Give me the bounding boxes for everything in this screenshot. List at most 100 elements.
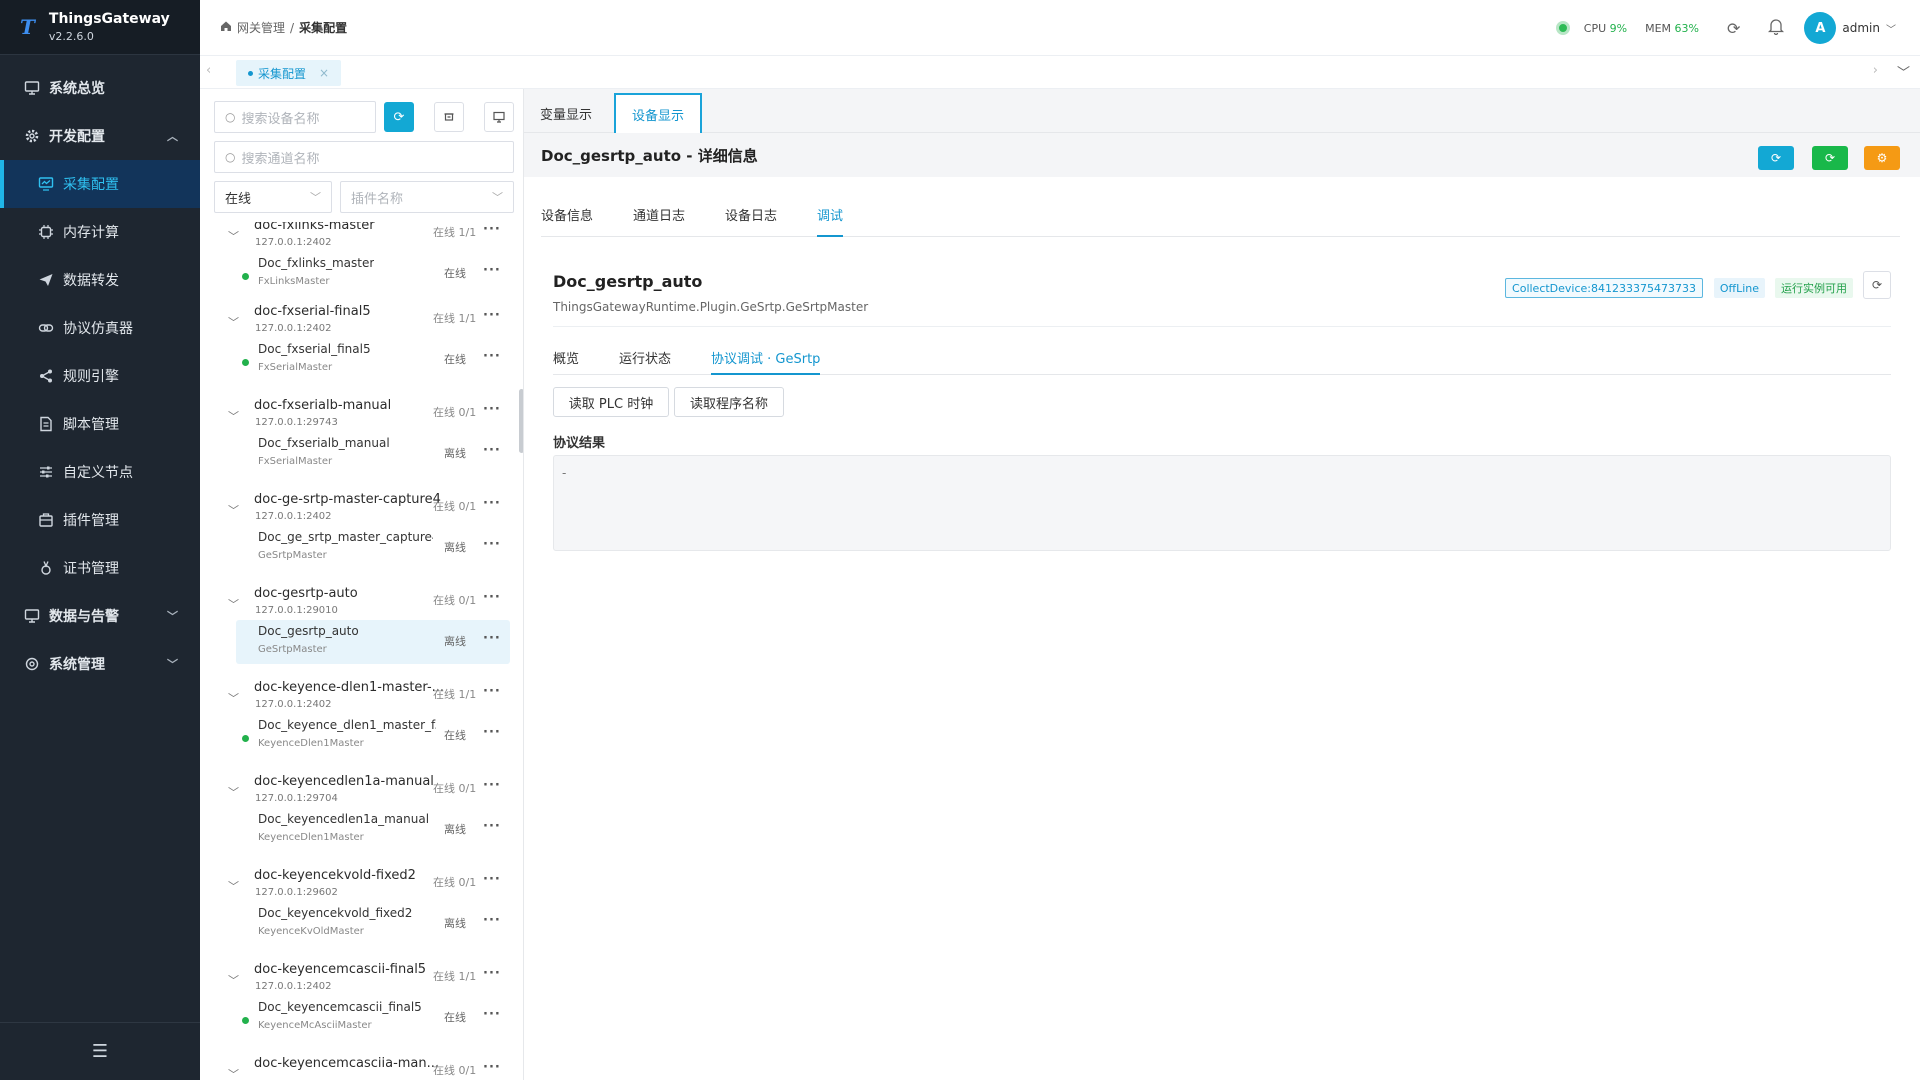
device-item[interactable]: Doc_keyence_dlen1_master_f... KeyenceDle… [236,714,510,758]
sidebar-item-data-alarm[interactable]: 数据与告警 ﹀ [0,592,200,640]
chevron-down-icon[interactable]: ﹀ [228,972,239,988]
sidebar-item-label: 数据与告警 [49,609,119,625]
more-icon[interactable]: ··· [483,819,501,834]
sidebar-item-certificate-management[interactable]: 证书管理 [0,544,200,592]
settings-button[interactable]: ⚙ [1864,146,1900,170]
device-status: 在线 [444,729,466,742]
more-icon[interactable]: ··· [483,913,501,928]
search-device-input[interactable]: ○ 搜索设备名称 [214,101,376,133]
tab-variable-display[interactable]: 变量显示 [524,93,608,133]
search-channel-input[interactable]: ○ 搜索通道名称 [214,141,514,173]
device-item[interactable]: Doc_fxserial_final5 FxSerialMaster 在线 ··… [236,338,510,382]
close-icon[interactable]: × [319,66,329,80]
tab-protocol-debug[interactable]: 协议调试 · GeSrtp [711,348,821,375]
avatar: A [1804,12,1837,44]
more-icon[interactable]: ··· [483,1007,501,1022]
refresh-button[interactable]: ⟳ [1758,146,1794,170]
chevron-down-icon[interactable]: ﹀ [228,408,239,424]
chevron-down-icon[interactable]: ﹀ [228,1066,239,1080]
device-status: 离线 [444,635,466,648]
restart-button[interactable]: ⟳ [1812,146,1848,170]
device-item[interactable]: Doc_ge_srtp_master_capture4 GeSrtpMaster… [236,526,510,570]
tab-scroll-left-icon[interactable]: ‹ [206,63,211,78]
chevron-down-icon[interactable]: ﹀ [228,784,239,800]
chevron-down-icon[interactable]: ﹀ [228,690,239,706]
plugin-select[interactable]: 插件名称 ﹀ [340,181,514,213]
channel-online-count: 在线 0/1 [433,406,477,419]
sidebar-item-system-management[interactable]: 系统管理 ﹀ [0,640,200,688]
tab-collect-config[interactable]: 采集配置 × [236,60,342,86]
chevron-down-icon[interactable]: ﹀ [228,596,239,612]
sidebar-item-dev-config[interactable]: 开发配置 ︿ [0,112,200,160]
app-name: ThingsGateway [48,11,170,27]
sidebar-item-data-forward[interactable]: 数据转发 [0,256,200,304]
device-name: Doc_fxserial_final5 [258,342,371,356]
sidebar-item-rule-engine[interactable]: 规则引擎 [0,352,200,400]
app-logo[interactable]: T ThingsGateway v2.2.6.0 [0,0,200,55]
tab-scroll-right-icon[interactable]: › [1873,63,1878,78]
bell-icon[interactable] [1768,18,1785,39]
tab-overview[interactable]: 概览 [553,348,579,375]
device-item[interactable]: Doc_keyencedlen1a_manual KeyenceDlen1Mas… [236,808,510,852]
delete-button[interactable] [434,102,464,132]
more-icon[interactable]: ··· [483,496,501,511]
sidebar-item-plugin-management[interactable]: 插件管理 [0,496,200,544]
chevron-down-icon[interactable]: ﹀ [228,502,239,518]
more-icon[interactable]: ··· [483,443,501,458]
tab-channel-log[interactable]: 通道日志 [633,205,685,237]
read-plc-clock-button[interactable]: 读取 PLC 时钟 [553,387,669,417]
breadcrumb-item[interactable]: 网关管理 [237,19,285,36]
channel-ip: 127.0.0.1:2402 [255,323,332,334]
more-icon[interactable]: ··· [483,872,501,887]
channel-online-count: 在线 1/1 [433,226,477,239]
device-item-selected[interactable]: Doc_gesrtp_auto GeSrtpMaster 离线 ··· [236,620,510,664]
channel-name: doc-fxlinks-master [254,222,375,233]
more-icon[interactable]: ··· [483,590,501,605]
chevron-down-icon[interactable]: ﹀ [228,228,239,244]
tab-runtime-status[interactable]: 运行状态 [619,348,671,375]
sidebar-item-overview[interactable]: 系统总览 [0,64,200,112]
more-icon[interactable]: ··· [483,725,501,740]
restart-icon: ⟳ [1824,151,1836,165]
more-icon[interactable]: ··· [483,222,501,237]
sidebar-item-memory-compute[interactable]: 内存计算 [0,208,200,256]
sidebar-item-protocol-simulator[interactable]: 协议仿真器 [0,304,200,352]
more-icon[interactable]: ··· [483,631,501,646]
status-select[interactable]: 在线 ﹀ [214,181,332,213]
tab-device-display[interactable]: 设备显示 [614,93,703,133]
sidebar-item-custom-node[interactable]: 自定义节点 [0,448,200,496]
chevron-down-icon[interactable]: ﹀ [228,314,239,330]
refresh-tree-button[interactable]: ⟳ [384,102,414,132]
device-item[interactable]: Doc_fxserialb_manual FxSerialMaster 离线 ·… [236,432,510,476]
more-icon[interactable]: ··· [483,778,501,793]
user-menu[interactable]: A admin ﹀ [1804,12,1896,44]
device-item[interactable]: Doc_keyencekvold_fixed2 KeyenceKvOldMast… [236,902,510,946]
sidebar: T ThingsGateway v2.2.6.0 系统总览 开发配置 ︿ 采集配… [0,0,200,1080]
tab-device-info[interactable]: 设备信息 [541,205,593,237]
more-icon[interactable]: ··· [483,966,501,981]
more-icon[interactable]: ··· [483,349,501,364]
refresh-button[interactable]: ⟳ [1863,271,1891,299]
device-item[interactable]: Doc_keyencemcascii_final5 KeyenceMcAscii… [236,996,510,1040]
more-icon[interactable]: ··· [483,308,501,323]
sidebar-menu: 系统总览 开发配置 ︿ 采集配置 内存计算 数据转发 协议仿真器 规则引擎 脚本… [0,64,200,688]
more-icon[interactable]: ··· [483,537,501,552]
tab-device-log[interactable]: 设备日志 [725,205,777,237]
read-program-name-button[interactable]: 读取程序名称 [674,387,784,417]
chevron-down-icon[interactable]: ﹀ [228,878,239,894]
channel-online-count: 在线 0/1 [433,1064,477,1077]
refresh-icon[interactable]: ⟳ [1727,19,1740,38]
view-mode-button[interactable] [484,102,514,132]
tab-debug[interactable]: 调试 [817,205,844,237]
more-icon[interactable]: ··· [483,684,501,699]
more-icon[interactable]: ··· [483,1060,501,1075]
collapse-sidebar-button[interactable]: ☰ [0,1022,200,1080]
more-icon[interactable]: ··· [483,263,501,278]
sidebar-item-collect-config[interactable]: 采集配置 [0,160,200,208]
chevron-down-icon[interactable]: ﹀ [1897,62,1910,81]
more-icon[interactable]: ··· [483,402,501,417]
gear-icon: ⚙ [1876,151,1888,165]
device-item[interactable]: Doc_fxlinks_master FxLinksMaster 在线 ··· [236,252,510,296]
sidebar-item-script-management[interactable]: 脚本管理 [0,400,200,448]
online-dot-icon [242,359,249,366]
